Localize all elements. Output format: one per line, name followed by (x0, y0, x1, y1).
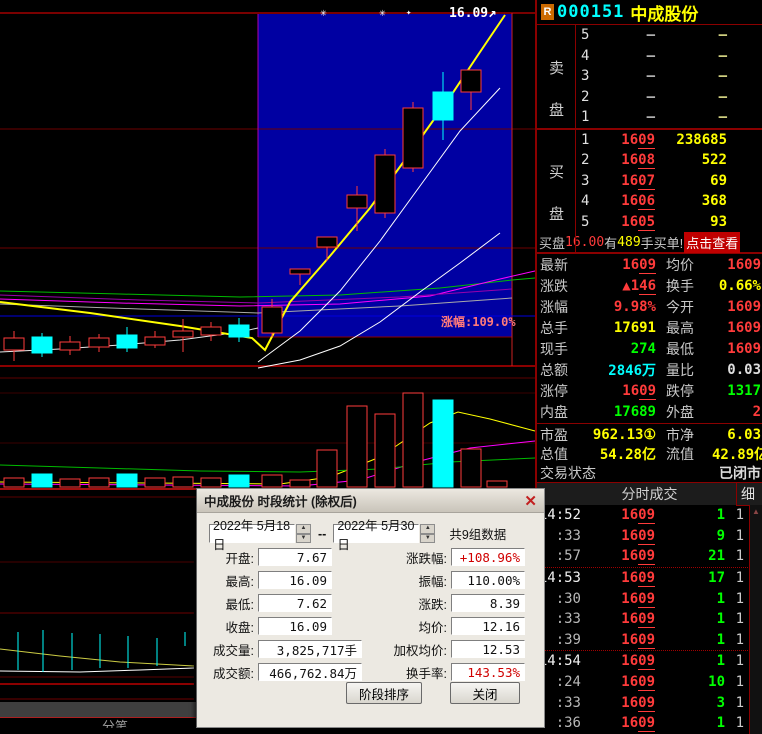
tape-title: 分时成交 (622, 484, 678, 504)
star-marker-icon: ✳ (320, 6, 327, 19)
buy-alert-banner: 买盘16.00有489手买单!点击查看 (537, 232, 762, 252)
quote-row: 市盈962.13①市净6.03 (537, 425, 762, 444)
quote-row: 涨跌▲146换手0.66% (537, 275, 762, 296)
spinner-down-icon[interactable]: ▼ (296, 534, 311, 544)
spinner-up-icon[interactable]: ▲ (296, 524, 311, 534)
amplitude-value: 110.00% (451, 571, 525, 589)
tape-row[interactable]: 14:54160911 (537, 650, 762, 672)
spinner-down-icon[interactable]: ▼ (420, 534, 435, 544)
turnover-value: 143.53% (451, 663, 525, 681)
tape-row[interactable]: :33160911 (537, 609, 762, 630)
tape-row[interactable]: :39160911 (537, 630, 762, 651)
tape-row[interactable]: :36160911 (537, 713, 762, 734)
open-value: 7.67 (258, 548, 332, 566)
range-gain-label: 涨幅:109.0% (441, 313, 516, 330)
close-value: 16.09 (258, 617, 332, 635)
quote-row: 总额2846万量比0.03 (537, 359, 762, 380)
buy-label: 买 (549, 161, 564, 182)
tape-row[interactable]: :33160991 (537, 526, 762, 547)
period-stats-dialog: 中成股份 时段统计 (除权后) ✕ 2022年 5月18日 ▲▼ -- 2022… (196, 488, 545, 728)
tape-row[interactable]: :241609101 (537, 672, 762, 693)
high-value: 16.09 (258, 571, 332, 589)
sell-row[interactable]: 4—— (537, 46, 762, 67)
tab-detail[interactable]: 细 (736, 483, 759, 506)
scroll-up-icon[interactable]: ▲ (750, 507, 762, 517)
trade-status-row: 交易状态已闭市 (537, 463, 762, 482)
low-value: 7.62 (258, 594, 332, 612)
spinner-up-icon[interactable]: ▲ (420, 524, 435, 534)
date-to-stepper[interactable]: ▲▼ (420, 524, 435, 543)
sell-row[interactable]: 5—— (537, 25, 762, 46)
close-button[interactable]: 关闭 (450, 682, 520, 704)
price-marker: 16.09↗ (449, 5, 497, 21)
tape-row[interactable]: 14:52160911 (537, 505, 762, 526)
sell-label: 盘 (549, 99, 564, 120)
price-marker-value: 16.09 (449, 6, 488, 21)
star-marker-icon: ✳ (379, 6, 386, 19)
stats-row: 成交额:466,762.84万换手率:143.53% (197, 663, 544, 681)
stats-row: 最低:7.62涨跌:8.39 (197, 594, 544, 612)
quote-panel: R 000151 中成股份 卖 盘 买 盘 5—— 4—— 3—— 2—— 1—… (535, 0, 762, 728)
stats-row: 最高:16.09振幅:110.00% (197, 571, 544, 589)
avg-price-value: 12.16 (451, 617, 525, 635)
date-range-row: 2022年 5月18日 ▲▼ -- 2022年 5月30日 ▲▼ 共9组数据 (209, 524, 506, 543)
tape-header: 分时成交 细 (537, 482, 762, 505)
stats-row: 开盘:7.67涨跌幅:+108.96% (197, 548, 544, 566)
date-from-stepper[interactable]: ▲▼ (296, 524, 311, 543)
sell-label: 卖 (549, 57, 564, 78)
dialog-titlebar[interactable]: 中成股份 时段统计 (除权后) ✕ (197, 489, 544, 513)
dialog-buttons: 阶段排序 关闭 (346, 682, 520, 704)
sell-row[interactable]: 1—— (537, 107, 762, 128)
tab-tick-detail[interactable]: 分笔 (102, 716, 128, 728)
quote-row: 涨幅9.98%今开1609 (537, 296, 762, 317)
group-count-label: 共9组数据 (449, 524, 506, 543)
quote-row: 内盘17689外盘2 (537, 401, 762, 422)
quote-row: 现手274最低1609 (537, 338, 762, 359)
change-value: 8.39 (451, 594, 525, 612)
dialog-title: 中成股份 时段统计 (除权后) (197, 491, 357, 510)
buy-row[interactable]: 41606368 (537, 191, 762, 212)
order-book: 卖 盘 买 盘 5—— 4—— 3—— 2—— 1—— 11609238685 … (537, 25, 762, 254)
r-badge-icon: R (541, 4, 554, 20)
stock-name: 中成股份 (630, 0, 698, 25)
tape-list: 14:52160911 :33160991 :571609211 14:5316… (537, 505, 762, 734)
stats-row: 收盘:16.09均价:12.16 (197, 617, 544, 635)
quote-row: 总值54.28亿流值42.89亿 (537, 444, 762, 463)
date-to-field[interactable]: 2022年 5月30日 (333, 524, 419, 543)
scrollbar[interactable]: ▲ (749, 505, 762, 734)
buy-row[interactable]: 5160593 (537, 212, 762, 233)
quote-row: 最新1609均价1609 (537, 254, 762, 275)
quote-row: 涨停1609跌停1317 (537, 380, 762, 401)
weighted-avg-value: 12.53 (451, 640, 525, 658)
quote-grid: 最新1609均价1609 涨跌▲146换手0.66% 涨幅9.98%今开1609… (537, 254, 762, 482)
quote-row: 总手17691最高1609 (537, 317, 762, 338)
tape-row[interactable]: 14:531609171 (537, 567, 762, 589)
close-icon[interactable]: ✕ (524, 492, 537, 510)
sell-row[interactable]: 2—— (537, 87, 762, 108)
stock-code: 000151 (557, 2, 624, 22)
amount-value: 466,762.84万 (258, 663, 362, 681)
sell-row[interactable]: 3—— (537, 66, 762, 87)
view-orders-link[interactable]: 点击查看 (684, 232, 740, 253)
buy-row[interactable]: 3160769 (537, 171, 762, 192)
stock-header: R 000151 中成股份 (537, 0, 762, 25)
change-pct-value: +108.96% (451, 548, 525, 566)
diamond-marker-icon: ✦ (406, 8, 411, 18)
period-sort-button[interactable]: 阶段排序 (346, 682, 422, 704)
tape-row[interactable]: :33160931 (537, 692, 762, 713)
tape-row[interactable]: :30160911 (537, 588, 762, 609)
date-separator: -- (318, 527, 326, 541)
buy-row[interactable]: 11609238685 (537, 130, 762, 151)
divider (575, 25, 576, 254)
stats-row: 成交量:3,825,717手加权均价:12.53 (197, 640, 544, 658)
buy-row[interactable]: 21608522 (537, 150, 762, 171)
up-right-arrow-icon: ↗ (488, 5, 496, 21)
date-from-field[interactable]: 2022年 5月18日 (209, 524, 295, 543)
buy-label: 盘 (549, 203, 564, 224)
volume-value: 3,825,717手 (258, 640, 362, 658)
tape-row[interactable]: :571609211 (537, 546, 762, 567)
